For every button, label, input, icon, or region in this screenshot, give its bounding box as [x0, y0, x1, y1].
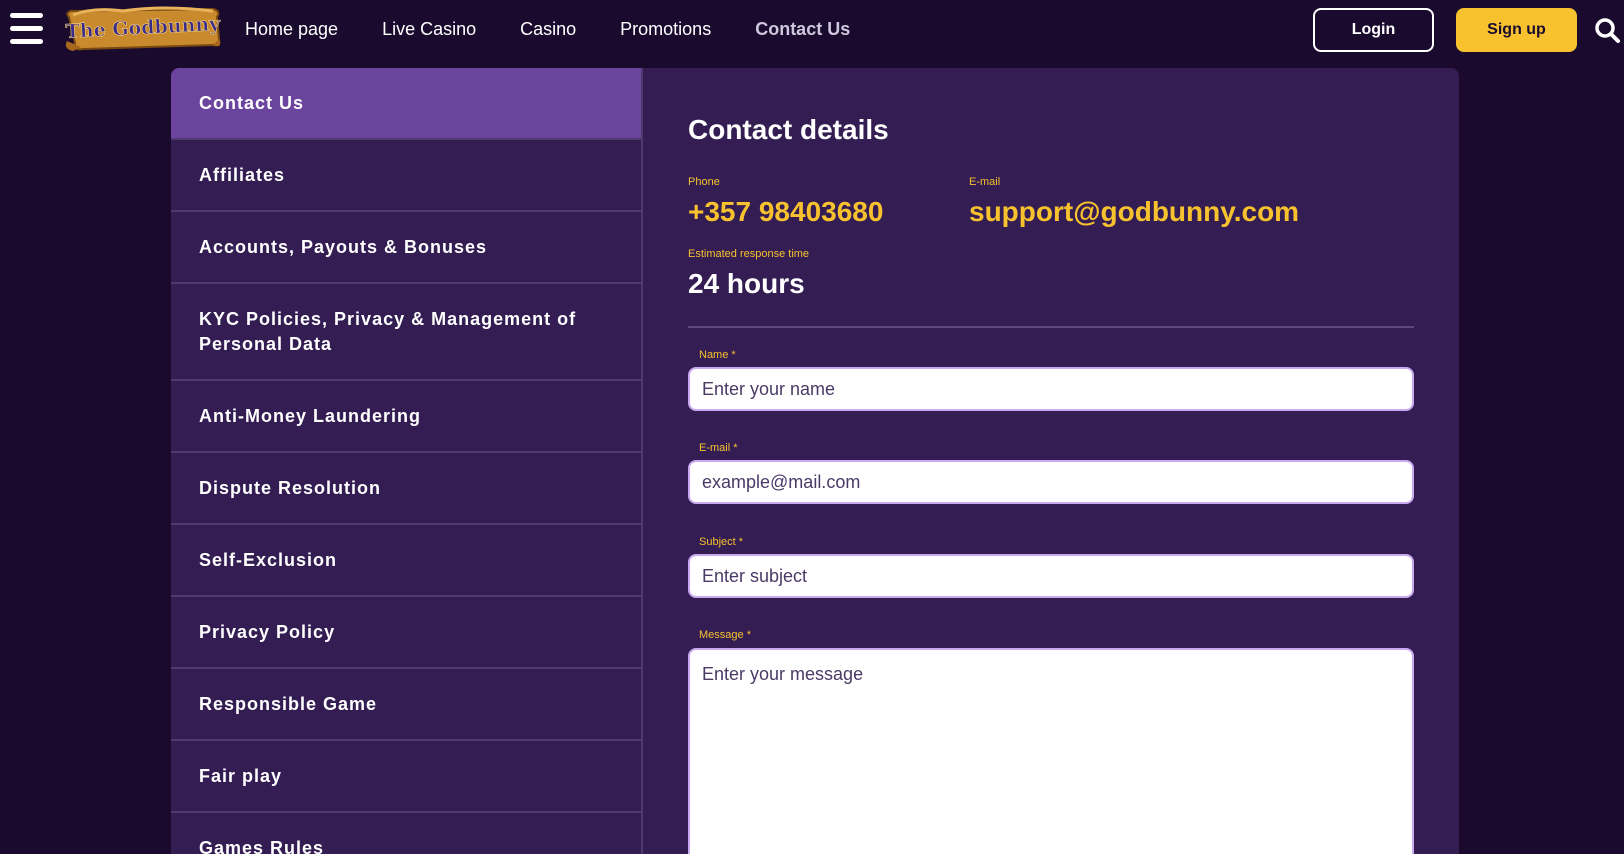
godbunny-logo[interactable]: The Godbunny: [63, 3, 223, 55]
contact-main-panel: Contact details Phone +357 98403680 E-ma…: [643, 68, 1459, 854]
subject-input[interactable]: [688, 554, 1414, 598]
help-sidebar: Contact Us Affiliates Accounts, Payouts …: [171, 68, 643, 854]
hamburger-menu-icon[interactable]: [10, 13, 43, 44]
subject-field-label: Subject *: [699, 536, 744, 548]
sidebar-item-games-rules[interactable]: Games Rules: [171, 813, 641, 854]
nav-promotions[interactable]: Promotions: [620, 19, 711, 40]
top-header: The Godbunny Home page Live Casino Casin…: [0, 0, 1624, 58]
name-input[interactable]: [688, 367, 1414, 411]
main-nav: Home page Live Casino Casino Promotions …: [245, 0, 894, 58]
email-input[interactable]: [688, 460, 1414, 504]
sidebar-item-accounts-payouts-bonuses[interactable]: Accounts, Payouts & Bonuses: [171, 212, 641, 284]
nav-home-page[interactable]: Home page: [245, 19, 338, 40]
message-field-label: Message *: [699, 629, 751, 641]
search-icon[interactable]: [1594, 17, 1620, 43]
response-time-label: Estimated response time: [688, 248, 810, 260]
phone-number[interactable]: +357 98403680: [688, 196, 883, 228]
email-label: E-mail: [969, 176, 1001, 188]
nav-casino[interactable]: Casino: [520, 19, 576, 40]
response-time-value: 24 hours: [688, 268, 805, 299]
sidebar-item-affiliates[interactable]: Affiliates: [171, 140, 641, 212]
sidebar-item-contact-us[interactable]: Contact Us: [171, 68, 641, 140]
section-divider: [688, 326, 1414, 328]
email-field-label: E-mail *: [699, 442, 738, 454]
support-email[interactable]: support@godbunny.com: [969, 196, 1299, 228]
sidebar-item-self-exclusion[interactable]: Self-Exclusion: [171, 525, 641, 597]
contact-details-title: Contact details: [688, 114, 889, 145]
name-field-label: Name *: [699, 349, 736, 361]
sidebar-item-kyc-policies[interactable]: KYC Policies, Privacy & Management of Pe…: [171, 284, 641, 381]
sidebar-item-responsible-game[interactable]: Responsible Game: [171, 669, 641, 741]
sidebar-item-fair-play[interactable]: Fair play: [171, 741, 641, 813]
nav-contact-us[interactable]: Contact Us: [755, 19, 850, 40]
message-textarea[interactable]: [688, 648, 1414, 854]
sidebar-item-dispute-resolution[interactable]: Dispute Resolution: [171, 453, 641, 525]
login-button[interactable]: Login: [1313, 8, 1434, 52]
content-container: Contact Us Affiliates Accounts, Payouts …: [171, 68, 1459, 854]
phone-label: Phone: [688, 176, 720, 188]
sidebar-item-privacy-policy[interactable]: Privacy Policy: [171, 597, 641, 669]
sidebar-item-anti-money-laundering[interactable]: Anti-Money Laundering: [171, 381, 641, 453]
nav-live-casino[interactable]: Live Casino: [382, 19, 476, 40]
signup-button[interactable]: Sign up: [1456, 8, 1577, 52]
